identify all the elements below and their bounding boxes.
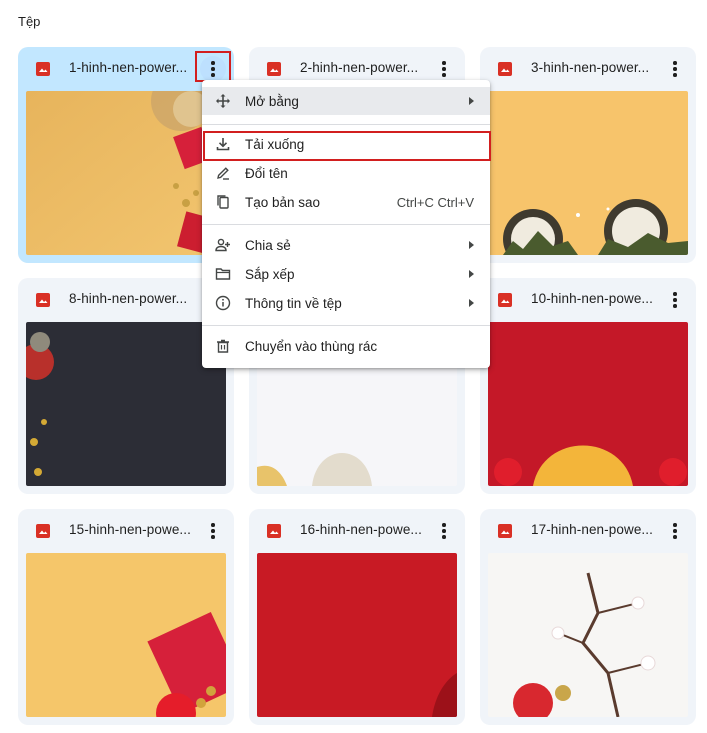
menu-divider <box>202 124 490 125</box>
menu-item-organize[interactable]: Sắp xếp <box>202 260 490 288</box>
menu-label: Tạo bản sao <box>245 194 321 210</box>
file-name: 15-hinh-nen-powe... <box>69 522 191 537</box>
trash-icon <box>214 337 232 355</box>
file-thumbnail[interactable] <box>488 553 688 717</box>
file-name: 10-hinh-nen-powe... <box>531 291 653 306</box>
menu-divider <box>202 224 490 225</box>
copy-icon <box>214 193 232 211</box>
menu-label: Chuyển vào thùng rác <box>245 338 378 354</box>
menu-shortcut: Ctrl+C Ctrl+V <box>396 194 474 210</box>
context-menu: Mở bằng Tải xuống Đổi tên Tạo bản sao Ct… <box>202 80 491 368</box>
file-thumbnail[interactable] <box>26 91 226 255</box>
move-icon <box>214 92 232 110</box>
menu-item-copy[interactable]: Tạo bản sao Ctrl+C Ctrl+V <box>202 188 490 216</box>
menu-item-rename[interactable]: Đổi tên <box>202 159 490 187</box>
menu-label: Chia sẻ <box>245 237 291 253</box>
menu-item-share[interactable]: Chia sẻ <box>202 231 490 259</box>
submenu-arrow-icon <box>469 241 474 249</box>
menu-label: Mở bằng <box>245 93 299 109</box>
person-add-icon <box>214 236 232 254</box>
section-title: Tệp <box>18 14 41 29</box>
image-icon <box>498 62 512 76</box>
more-actions-button[interactable] <box>200 56 226 82</box>
menu-item-trash[interactable]: Chuyển vào thùng rác <box>202 332 490 360</box>
menu-item-open-with[interactable]: Mở bằng <box>202 87 490 115</box>
file-name: 3-hinh-nen-power... <box>531 60 650 75</box>
menu-item-download[interactable]: Tải xuống <box>202 130 490 158</box>
image-icon <box>267 524 281 538</box>
more-actions-button[interactable] <box>662 287 688 313</box>
menu-item-file-info[interactable]: Thông tin về tệp <box>202 289 490 317</box>
menu-label: Tải xuống <box>245 136 305 152</box>
file-thumbnail[interactable] <box>488 322 688 486</box>
folder-icon <box>214 265 232 283</box>
rename-pencil-icon <box>214 164 232 182</box>
more-vert-icon <box>442 61 446 77</box>
image-icon <box>36 524 50 538</box>
menu-label: Đổi tên <box>245 165 288 181</box>
file-card-3[interactable]: 3-hinh-nen-power... <box>480 47 696 263</box>
more-vert-icon <box>673 61 677 77</box>
more-actions-button[interactable] <box>662 56 688 82</box>
menu-label: Thông tin về tệp <box>245 295 342 311</box>
submenu-arrow-icon <box>469 299 474 307</box>
menu-label: Sắp xếp <box>245 266 295 282</box>
file-card-7[interactable]: 15-hinh-nen-powe... <box>18 509 234 725</box>
image-icon <box>267 62 281 76</box>
download-icon <box>214 135 232 153</box>
file-thumbnail[interactable] <box>488 91 688 255</box>
menu-divider <box>202 325 490 326</box>
file-name: 1-hinh-nen-power... <box>69 60 188 75</box>
info-icon <box>214 294 232 312</box>
file-card-6[interactable]: 10-hinh-nen-powe... <box>480 278 696 494</box>
file-thumbnail[interactable] <box>257 553 457 717</box>
image-icon <box>498 524 512 538</box>
more-vert-icon <box>211 523 215 539</box>
file-card-9[interactable]: 17-hinh-nen-powe... <box>480 509 696 725</box>
image-icon <box>36 62 50 76</box>
submenu-arrow-icon <box>469 97 474 105</box>
more-actions-button[interactable] <box>200 518 226 544</box>
more-vert-icon <box>211 61 215 77</box>
submenu-arrow-icon <box>469 270 474 278</box>
file-thumbnail[interactable] <box>26 322 226 486</box>
file-thumbnail[interactable] <box>26 553 226 717</box>
more-actions-button[interactable] <box>431 56 457 82</box>
image-icon <box>498 293 512 307</box>
more-vert-icon <box>442 523 446 539</box>
more-actions-button[interactable] <box>431 518 457 544</box>
file-name: 2-hinh-nen-power... <box>300 60 419 75</box>
file-name: 8-hinh-nen-power... <box>69 291 188 306</box>
more-vert-icon <box>673 292 677 308</box>
more-vert-icon <box>673 523 677 539</box>
file-card-8[interactable]: 16-hinh-nen-powe... <box>249 509 465 725</box>
file-name: 16-hinh-nen-powe... <box>300 522 422 537</box>
image-icon <box>36 293 50 307</box>
file-name: 17-hinh-nen-powe... <box>531 522 653 537</box>
more-actions-button[interactable] <box>662 518 688 544</box>
